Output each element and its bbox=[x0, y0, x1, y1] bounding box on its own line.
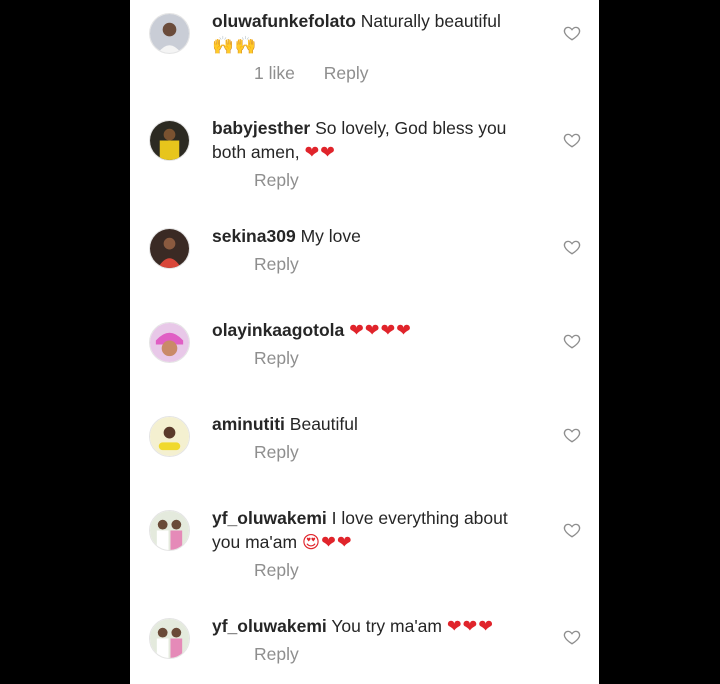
avatar[interactable] bbox=[149, 416, 190, 457]
comment-meta: Reply bbox=[254, 348, 323, 369]
comments-panel: oluwafunkefolato Naturally beautiful 🙌🙌 … bbox=[130, 0, 599, 684]
avatar[interactable] bbox=[149, 618, 190, 659]
comment-meta: Reply bbox=[254, 254, 323, 275]
comment-meta: Reply bbox=[254, 560, 323, 581]
comment-username[interactable]: yf_oluwakemi bbox=[212, 616, 327, 636]
reply-button[interactable]: Reply bbox=[254, 644, 299, 664]
avatar[interactable] bbox=[149, 13, 190, 54]
heart-icon[interactable] bbox=[563, 332, 581, 350]
reply-button[interactable]: Reply bbox=[254, 560, 299, 580]
heart-icon[interactable] bbox=[563, 426, 581, 444]
reply-button[interactable]: Reply bbox=[254, 170, 299, 190]
comment-text: oluwafunkefolato Naturally beautiful 🙌🙌 bbox=[212, 9, 522, 58]
heart-icon[interactable] bbox=[563, 24, 581, 42]
avatar[interactable] bbox=[149, 322, 190, 363]
avatar[interactable] bbox=[149, 228, 190, 269]
comment-text: yf_oluwakemi I love everything about you… bbox=[212, 506, 522, 555]
heart-icon[interactable] bbox=[563, 521, 581, 539]
comment-emoji: ❤❤❤❤ bbox=[349, 321, 412, 341]
comment-body: My love bbox=[300, 226, 361, 246]
reply-button[interactable]: Reply bbox=[254, 348, 299, 368]
comment-username[interactable]: babyjesther bbox=[212, 118, 310, 138]
comment-username[interactable]: aminutiti bbox=[212, 414, 285, 434]
comment-username[interactable]: yf_oluwakemi bbox=[212, 508, 327, 528]
like-count[interactable]: 1 like bbox=[254, 63, 295, 83]
heart-icon[interactable] bbox=[563, 628, 581, 646]
avatar[interactable] bbox=[149, 120, 190, 161]
comment-text: babyjesther So lovely, God bless you bot… bbox=[212, 116, 522, 165]
comment-username[interactable]: sekina309 bbox=[212, 226, 296, 246]
comment-username[interactable]: oluwafunkefolato bbox=[212, 11, 356, 31]
avatar[interactable] bbox=[149, 510, 190, 551]
comment-meta: Reply bbox=[254, 644, 323, 665]
comment-text: olayinkaagotola ❤❤❤❤ bbox=[212, 318, 522, 343]
reply-button[interactable]: Reply bbox=[254, 254, 299, 274]
comment-username[interactable]: olayinkaagotola bbox=[212, 320, 344, 340]
comment-emoji: ❤❤❤ bbox=[446, 617, 494, 637]
reply-button[interactable]: Reply bbox=[324, 63, 369, 83]
heart-icon[interactable] bbox=[563, 238, 581, 256]
comment-emoji: 🙌🙌 bbox=[212, 36, 258, 56]
reply-button[interactable]: Reply bbox=[254, 442, 299, 462]
comment-body: You try ma'am bbox=[331, 616, 442, 636]
comment-meta: 1 like Reply bbox=[254, 63, 392, 84]
comment-text: aminutiti Beautiful bbox=[212, 412, 522, 436]
comment-emoji: ❤❤ bbox=[304, 143, 336, 163]
heart-icon[interactable] bbox=[563, 131, 581, 149]
comment-emoji: 😍❤❤ bbox=[301, 533, 353, 553]
comment-text: yf_oluwakemi You try ma'am ❤❤❤ bbox=[212, 614, 522, 639]
comment-body: Naturally beautiful bbox=[360, 11, 501, 31]
comment-text: sekina309 My love bbox=[212, 224, 522, 248]
comment-body: Beautiful bbox=[289, 414, 358, 434]
comment-meta: Reply bbox=[254, 442, 323, 463]
comment-meta: Reply bbox=[254, 170, 323, 191]
